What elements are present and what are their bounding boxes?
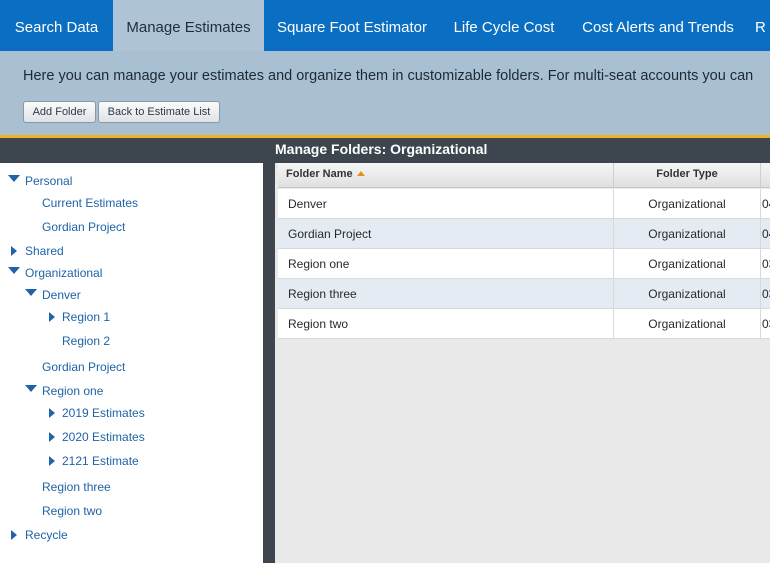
tree-item-personal-gordian-project[interactable]: Gordian Project — [42, 218, 125, 236]
expand-region-1-icon[interactable] — [49, 312, 55, 322]
info-text: Here you can manage your estimates and o… — [23, 68, 754, 84]
tab-cost-alerts-trends[interactable]: Cost Alerts and Trends — [568, 0, 748, 51]
tab-truncated[interactable]: R — [755, 0, 770, 51]
expand-2020-estimates-icon[interactable] — [49, 432, 55, 442]
truncated-cell: 03 — [762, 287, 770, 301]
tree-item-org-gordian-project[interactable]: Gordian Project — [42, 358, 125, 376]
truncated-cell: 04 — [762, 227, 770, 241]
tree-item-region-two[interactable]: Region two — [42, 502, 102, 520]
expand-2019-estimates-icon[interactable] — [49, 408, 55, 418]
cell-divider — [760, 219, 761, 248]
tree-item-organizational[interactable]: Organizational — [25, 264, 102, 282]
cell-divider — [760, 249, 761, 278]
tree-item-shared[interactable]: Shared — [25, 242, 64, 260]
table-row[interactable]: Denver Organizational 04 — [278, 189, 770, 219]
expand-denver-icon[interactable] — [25, 289, 37, 296]
table-row[interactable]: Region three Organizational 03 — [278, 279, 770, 309]
cell-divider — [760, 189, 761, 218]
tree-item-2121-estimate[interactable]: 2121 Estimate — [62, 452, 139, 470]
cell-divider — [760, 309, 761, 338]
sort-ascending-icon[interactable] — [356, 171, 365, 176]
tree-item-personal[interactable]: Personal — [25, 172, 72, 190]
expand-2121-estimate-icon[interactable] — [49, 456, 55, 466]
grid-header: Folder Name Folder Type — [278, 163, 770, 188]
truncated-cell: 04 — [762, 197, 770, 211]
panel-header: Manage Folders: Organizational — [0, 138, 770, 163]
truncated-cell: 03 — [762, 317, 770, 331]
folder-name-cell: Denver — [288, 197, 327, 211]
info-band: Here you can manage your estimates and o… — [0, 51, 770, 135]
panel-splitter[interactable] — [263, 163, 275, 563]
truncated-cell: 03 — [762, 257, 770, 271]
expand-recycle-icon[interactable] — [11, 530, 17, 540]
folder-type-cell: Organizational — [648, 257, 726, 271]
expand-shared-icon[interactable] — [11, 246, 17, 256]
column-folder-type[interactable]: Folder Type — [614, 163, 760, 187]
cell-divider — [760, 279, 761, 308]
add-folder-button[interactable]: Add Folder — [23, 101, 96, 123]
folder-name-cell: Gordian Project — [288, 227, 372, 241]
back-to-estimate-list-button[interactable]: Back to Estimate List — [98, 101, 220, 123]
folder-type-cell: Organizational — [648, 287, 726, 301]
table-row[interactable]: Region two Organizational 03 — [278, 309, 770, 339]
tree-item-denver[interactable]: Denver — [42, 286, 81, 304]
panel-title: Manage Folders: Organizational — [275, 141, 488, 157]
tree-item-2019-estimates[interactable]: 2019 Estimates — [62, 404, 145, 422]
table-row[interactable]: Gordian Project Organizational 04 — [278, 219, 770, 249]
tab-search-data[interactable]: Search Data — [0, 0, 113, 51]
folder-type-cell: Organizational — [648, 317, 726, 331]
tree-item-2020-estimates[interactable]: 2020 Estimates — [62, 428, 145, 446]
expand-personal-icon[interactable] — [8, 175, 20, 182]
column-folder-name-label: Folder Name — [286, 168, 353, 180]
tab-life-cycle-cost[interactable]: Life Cycle Cost — [440, 0, 568, 51]
folder-type-cell: Organizational — [648, 197, 726, 211]
tree-item-recycle[interactable]: Recycle — [25, 526, 68, 544]
top-nav: Search Data Manage Estimates Square Foot… — [0, 0, 770, 51]
column-folder-name[interactable]: Folder Name — [286, 163, 365, 187]
table-row[interactable]: Region one Organizational 03 — [278, 249, 770, 279]
tree-item-region-1[interactable]: Region 1 — [62, 308, 110, 326]
expand-region-one-icon[interactable] — [25, 385, 37, 392]
tree-item-region-one[interactable]: Region one — [42, 382, 103, 400]
expand-organizational-icon[interactable] — [8, 267, 20, 274]
folder-name-cell: Region two — [288, 317, 349, 331]
column-divider[interactable] — [760, 163, 761, 187]
tree-item-current-estimates[interactable]: Current Estimates — [42, 194, 138, 212]
folder-name-cell: Region three — [288, 287, 357, 301]
tab-square-foot-estimator[interactable]: Square Foot Estimator — [264, 0, 440, 51]
tree-item-region-three[interactable]: Region three — [42, 478, 111, 496]
tree-item-region-2[interactable]: Region 2 — [62, 332, 110, 350]
folder-type-cell: Organizational — [648, 227, 726, 241]
folder-name-cell: Region one — [288, 257, 350, 271]
tab-manage-estimates[interactable]: Manage Estimates — [113, 0, 264, 51]
